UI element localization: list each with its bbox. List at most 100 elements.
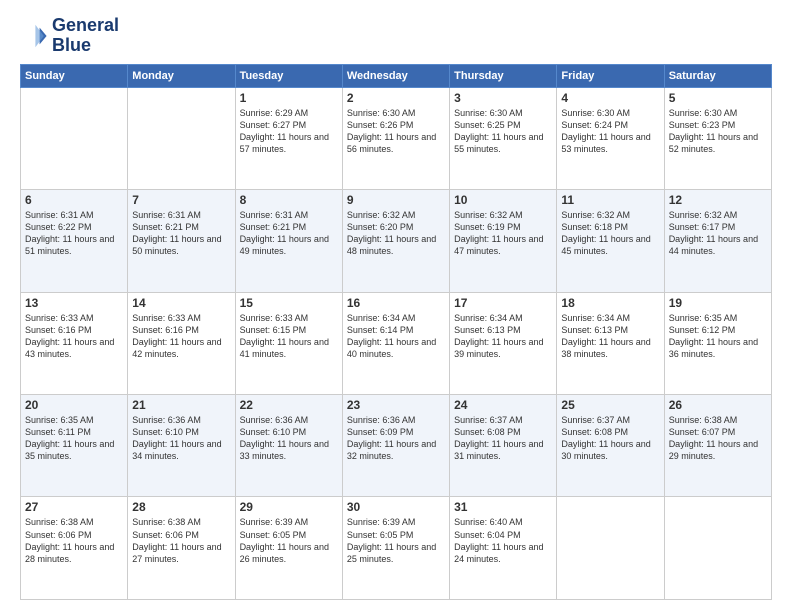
day-info: Sunrise: 6:31 AM Sunset: 6:21 PM Dayligh… xyxy=(240,209,338,258)
cell-w5-d2: 28Sunrise: 6:38 AM Sunset: 6:06 PM Dayli… xyxy=(128,497,235,600)
cell-w3-d2: 14Sunrise: 6:33 AM Sunset: 6:16 PM Dayli… xyxy=(128,292,235,394)
day-info: Sunrise: 6:32 AM Sunset: 6:17 PM Dayligh… xyxy=(669,209,767,258)
cell-w4-d3: 22 Sunrise: 6:36 AM Sunset: 6:10 PM Dayli… xyxy=(235,395,342,497)
day-info: Sunrise: 6:36 AM Sunset: 6:09 PM Dayligh… xyxy=(347,414,445,463)
day-number: 18 xyxy=(561,296,659,310)
cell-w1-d5: 3 Sunrise: 6:30 AM Sunset: 6:25 PM Daylig… xyxy=(450,87,557,189)
cell-w1-d4: 2 Sunrise: 6:30 AM Sunset: 6:26 PM Daylig… xyxy=(342,87,449,189)
day-number: 31 xyxy=(454,500,552,514)
day-number: 4 xyxy=(561,91,659,105)
day-number: 21 xyxy=(132,398,230,412)
day-number: 22 xyxy=(240,398,338,412)
day-number: 20 xyxy=(25,398,123,412)
col-sunday: Sunday xyxy=(21,64,128,87)
day-info: Sunrise: 6:39 AM Sunset: 6:05 PM Dayligh… xyxy=(240,516,338,565)
day-number: 26 xyxy=(669,398,767,412)
cell-w5-d7 xyxy=(664,497,771,600)
cell-w1-d3: 1 Sunrise: 6:29 AM Sunset: 6:27 PM Daylig… xyxy=(235,87,342,189)
week-row-4: 20 Sunrise: 6:35 AM Sunset: 6:11 PM Dayli… xyxy=(21,395,772,497)
day-info: Sunrise: 6:29 AM Sunset: 6:27 PM Dayligh… xyxy=(240,107,338,156)
day-number: 13 xyxy=(25,296,123,310)
day-info: Sunrise: 6:30 AM Sunset: 6:24 PM Dayligh… xyxy=(561,107,659,156)
day-info: Sunrise: 6:38 AM Sunset: 6:06 PM Dayligh… xyxy=(25,516,123,565)
cell-w2-d2: 7 Sunrise: 6:31 AM Sunset: 6:21 PM Daylig… xyxy=(128,190,235,292)
col-tuesday: Tuesday xyxy=(235,64,342,87)
cell-w2-d5: 10Sunrise: 6:32 AM Sunset: 6:19 PM Dayli… xyxy=(450,190,557,292)
day-number: 23 xyxy=(347,398,445,412)
col-saturday: Saturday xyxy=(664,64,771,87)
day-info: Sunrise: 6:32 AM Sunset: 6:18 PM Dayligh… xyxy=(561,209,659,258)
day-number: 6 xyxy=(25,193,123,207)
col-monday: Monday xyxy=(128,64,235,87)
cell-w5-d5: 31Sunrise: 6:40 AM Sunset: 6:04 PM Dayli… xyxy=(450,497,557,600)
day-info: Sunrise: 6:36 AM Sunset: 6:10 PM Dayligh… xyxy=(240,414,338,463)
header: General Blue xyxy=(20,16,772,56)
cell-w3-d7: 19 Sunrise: 6:35 AM Sunset: 6:12 PM Dayli… xyxy=(664,292,771,394)
day-info: Sunrise: 6:34 AM Sunset: 6:13 PM Dayligh… xyxy=(454,312,552,361)
calendar-table: Sunday Monday Tuesday Wednesday Thursday… xyxy=(20,64,772,600)
col-thursday: Thursday xyxy=(450,64,557,87)
page: General Blue Sunday Monday Tuesday Wedne… xyxy=(0,0,792,612)
cell-w2-d7: 12 Sunrise: 6:32 AM Sunset: 6:17 PM Dayli… xyxy=(664,190,771,292)
cell-w3-d5: 17 Sunrise: 6:34 AM Sunset: 6:13 PM Dayli… xyxy=(450,292,557,394)
day-info: Sunrise: 6:39 AM Sunset: 6:05 PM Dayligh… xyxy=(347,516,445,565)
cell-w1-d6: 4 Sunrise: 6:30 AM Sunset: 6:24 PM Daylig… xyxy=(557,87,664,189)
day-number: 25 xyxy=(561,398,659,412)
day-info: Sunrise: 6:30 AM Sunset: 6:26 PM Dayligh… xyxy=(347,107,445,156)
header-row: Sunday Monday Tuesday Wednesday Thursday… xyxy=(21,64,772,87)
day-info: Sunrise: 6:35 AM Sunset: 6:12 PM Dayligh… xyxy=(669,312,767,361)
day-info: Sunrise: 6:30 AM Sunset: 6:25 PM Dayligh… xyxy=(454,107,552,156)
cell-w2-d3: 8 Sunrise: 6:31 AM Sunset: 6:21 PM Daylig… xyxy=(235,190,342,292)
cell-w2-d4: 9Sunrise: 6:32 AM Sunset: 6:20 PM Daylig… xyxy=(342,190,449,292)
col-wednesday: Wednesday xyxy=(342,64,449,87)
cell-w2-d1: 6 Sunrise: 6:31 AM Sunset: 6:22 PM Daylig… xyxy=(21,190,128,292)
day-number: 8 xyxy=(240,193,338,207)
day-number: 3 xyxy=(454,91,552,105)
cell-w3-d3: 15 Sunrise: 6:33 AM Sunset: 6:15 PM Dayli… xyxy=(235,292,342,394)
week-row-1: 1 Sunrise: 6:29 AM Sunset: 6:27 PM Daylig… xyxy=(21,87,772,189)
week-row-2: 6 Sunrise: 6:31 AM Sunset: 6:22 PM Daylig… xyxy=(21,190,772,292)
day-info: Sunrise: 6:34 AM Sunset: 6:13 PM Dayligh… xyxy=(561,312,659,361)
day-info: Sunrise: 6:32 AM Sunset: 6:19 PM Dayligh… xyxy=(454,209,552,258)
day-info: Sunrise: 6:34 AM Sunset: 6:14 PM Dayligh… xyxy=(347,312,445,361)
logo-text: General Blue xyxy=(52,16,119,56)
day-info: Sunrise: 6:32 AM Sunset: 6:20 PM Dayligh… xyxy=(347,209,445,258)
cell-w1-d2 xyxy=(128,87,235,189)
day-number: 2 xyxy=(347,91,445,105)
day-number: 19 xyxy=(669,296,767,310)
cell-w2-d6: 11 Sunrise: 6:32 AM Sunset: 6:18 PM Dayli… xyxy=(557,190,664,292)
day-info: Sunrise: 6:37 AM Sunset: 6:08 PM Dayligh… xyxy=(561,414,659,463)
day-info: Sunrise: 6:33 AM Sunset: 6:15 PM Dayligh… xyxy=(240,312,338,361)
day-number: 12 xyxy=(669,193,767,207)
logo-icon xyxy=(20,22,48,50)
cell-w1-d7: 5 Sunrise: 6:30 AM Sunset: 6:23 PM Daylig… xyxy=(664,87,771,189)
day-info: Sunrise: 6:38 AM Sunset: 6:06 PM Dayligh… xyxy=(132,516,230,565)
cell-w4-d5: 24Sunrise: 6:37 AM Sunset: 6:08 PM Dayli… xyxy=(450,395,557,497)
cell-w3-d6: 18 Sunrise: 6:34 AM Sunset: 6:13 PM Dayli… xyxy=(557,292,664,394)
cell-w4-d7: 26 Sunrise: 6:38 AM Sunset: 6:07 PM Dayli… xyxy=(664,395,771,497)
cell-w5-d6 xyxy=(557,497,664,600)
week-row-5: 27 Sunrise: 6:38 AM Sunset: 6:06 PM Dayli… xyxy=(21,497,772,600)
day-number: 29 xyxy=(240,500,338,514)
cell-w1-d1 xyxy=(21,87,128,189)
day-info: Sunrise: 6:35 AM Sunset: 6:11 PM Dayligh… xyxy=(25,414,123,463)
day-info: Sunrise: 6:37 AM Sunset: 6:08 PM Dayligh… xyxy=(454,414,552,463)
day-info: Sunrise: 6:38 AM Sunset: 6:07 PM Dayligh… xyxy=(669,414,767,463)
day-number: 15 xyxy=(240,296,338,310)
day-number: 5 xyxy=(669,91,767,105)
day-info: Sunrise: 6:31 AM Sunset: 6:22 PM Dayligh… xyxy=(25,209,123,258)
logo: General Blue xyxy=(20,16,119,56)
cell-w4-d6: 25 Sunrise: 6:37 AM Sunset: 6:08 PM Dayli… xyxy=(557,395,664,497)
day-number: 17 xyxy=(454,296,552,310)
day-info: Sunrise: 6:30 AM Sunset: 6:23 PM Dayligh… xyxy=(669,107,767,156)
day-info: Sunrise: 6:33 AM Sunset: 6:16 PM Dayligh… xyxy=(25,312,123,361)
day-number: 16 xyxy=(347,296,445,310)
cell-w5-d3: 29 Sunrise: 6:39 AM Sunset: 6:05 PM Dayli… xyxy=(235,497,342,600)
day-number: 11 xyxy=(561,193,659,207)
day-number: 7 xyxy=(132,193,230,207)
day-info: Sunrise: 6:31 AM Sunset: 6:21 PM Dayligh… xyxy=(132,209,230,258)
cell-w4-d2: 21Sunrise: 6:36 AM Sunset: 6:10 PM Dayli… xyxy=(128,395,235,497)
col-friday: Friday xyxy=(557,64,664,87)
day-number: 1 xyxy=(240,91,338,105)
day-number: 27 xyxy=(25,500,123,514)
